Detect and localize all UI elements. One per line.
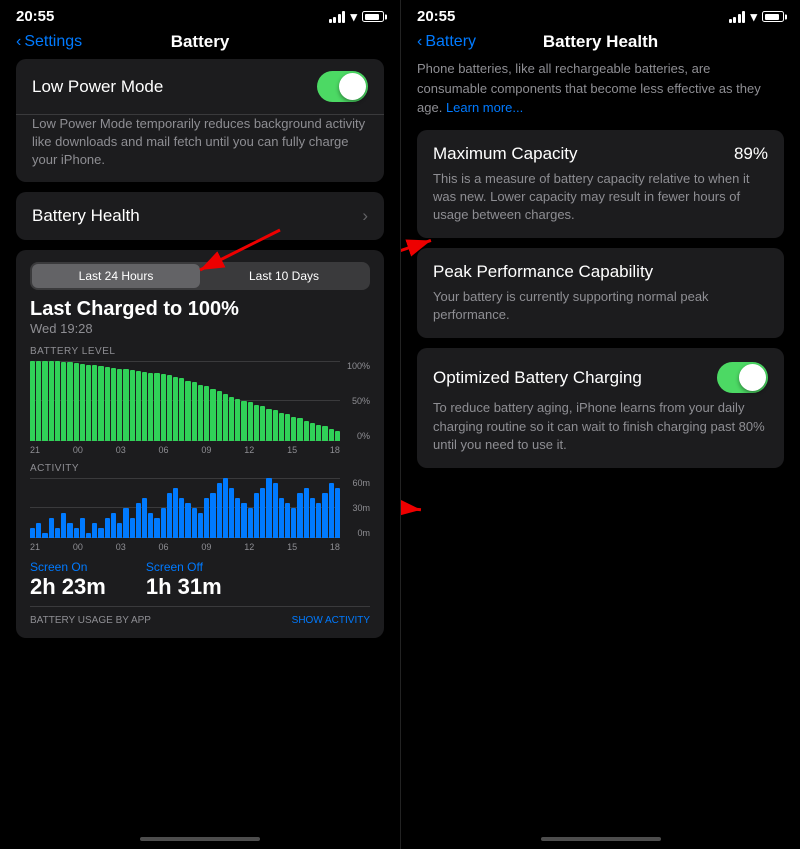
left-panel: 20:55 ▾ ‹ Settings Battery Low Power Mod… [0, 0, 400, 849]
activity-bars [30, 478, 340, 538]
battery-usage-label: BATTERY USAGE BY APP [30, 615, 151, 626]
nav-bar-left: ‹ Settings Battery [0, 29, 400, 59]
home-indicator-left [0, 829, 400, 849]
back-label-left: Settings [24, 33, 82, 51]
last-charged-title: Last Charged to 100% [30, 298, 370, 321]
wifi-icon: ▾ [350, 9, 357, 25]
battery-health-label: Battery Health [32, 206, 140, 226]
status-bar-left: 20:55 ▾ [0, 0, 400, 29]
segment-10d[interactable]: Last 10 Days [200, 264, 368, 288]
home-indicator-right [401, 829, 800, 849]
low-power-mode-row: Low Power Mode Low Power Mode temporaril… [16, 59, 384, 182]
signal-icon [329, 11, 346, 23]
max-capacity-desc: This is a measure of battery capacity re… [433, 170, 768, 225]
battery-y-labels: 100% 50% 0% [342, 361, 370, 441]
back-button-left[interactable]: ‹ Settings [16, 33, 82, 51]
back-button-right[interactable]: ‹ Battery [417, 33, 476, 51]
battery-bars [30, 361, 340, 441]
content-left: Low Power Mode Low Power Mode temporaril… [0, 59, 400, 825]
optimized-charging-label: Optimized Battery Charging [433, 368, 642, 388]
peak-performance-label: Peak Performance Capability [433, 262, 653, 282]
battery-level-label: BATTERY LEVEL [30, 346, 370, 357]
time-left: 20:55 [16, 8, 54, 25]
peak-performance-row: Peak Performance Capability Your battery… [417, 248, 784, 338]
screen-on-label: Screen On [30, 560, 106, 574]
screen-on-value: 2h 23m [30, 574, 106, 600]
show-activity-button[interactable]: SHOW ACTIVITY [292, 615, 370, 626]
max-capacity-header: Maximum Capacity 89% [433, 144, 768, 164]
optimized-charging-toggle[interactable] [717, 362, 768, 393]
status-bar-right: 20:55 ▾ [401, 0, 800, 29]
screen-off-stat: Screen Off 1h 31m [146, 560, 222, 600]
peak-performance-header: Peak Performance Capability [433, 262, 768, 282]
activity-chart: 60m 30m 0m [30, 478, 370, 538]
intro-text: Phone batteries, like all rechargeable b… [417, 59, 784, 130]
optimized-charging-header: Optimized Battery Charging [433, 362, 768, 393]
learn-more-link[interactable]: Learn more... [446, 100, 523, 115]
battery-health-row[interactable]: Battery Health › [16, 192, 384, 240]
low-power-description: Low Power Mode temporarily reduces backg… [16, 115, 384, 182]
right-panel: 20:55 ▾ ‹ Battery Battery Health Phone b… [400, 0, 800, 849]
segment-24h[interactable]: Last 24 Hours [32, 264, 200, 288]
chevron-right-icon: › [362, 206, 368, 226]
last-charged-sub: Wed 19:28 [30, 321, 370, 336]
segment-control[interactable]: Last 24 Hours Last 10 Days [30, 262, 370, 290]
low-power-label: Low Power Mode [32, 77, 163, 97]
chevron-left-icon: ‹ [16, 33, 21, 51]
content-right: Phone batteries, like all rechargeable b… [401, 59, 800, 825]
optimized-charging-desc: To reduce battery aging, iPhone learns f… [433, 399, 768, 454]
battery-x-labels: 2100030609121518 [30, 445, 370, 455]
battery-chart: 100% 50% 0% [30, 361, 370, 441]
low-power-toggle[interactable] [317, 71, 368, 102]
chart-section: Last 24 Hours Last 10 Days Last Charged … [16, 250, 384, 638]
max-capacity-row: Maximum Capacity 89% This is a measure o… [417, 130, 784, 239]
status-icons-left: ▾ [329, 9, 384, 25]
signal-icon-right [729, 11, 746, 23]
nav-bar-right: ‹ Battery Battery Health [401, 29, 800, 59]
time-right: 20:55 [417, 8, 455, 25]
chevron-left-icon-right: ‹ [417, 33, 422, 51]
peak-performance-desc: Your battery is currently supporting nor… [433, 288, 768, 324]
screen-off-value: 1h 31m [146, 574, 222, 600]
activity-label: ACTIVITY [30, 463, 370, 474]
screen-on-stat: Screen On 2h 23m [30, 560, 106, 600]
activity-y-labels: 60m 30m 0m [342, 478, 370, 538]
back-label-right: Battery [425, 33, 476, 51]
max-capacity-label: Maximum Capacity [433, 144, 578, 164]
max-capacity-value: 89% [734, 144, 768, 164]
low-power-mode-item: Low Power Mode [16, 59, 384, 115]
screen-stats: Screen On 2h 23m Screen Off 1h 31m [30, 560, 370, 600]
optimized-charging-row: Optimized Battery Charging To reduce bat… [417, 348, 784, 468]
page-title-right: Battery Health [543, 32, 658, 52]
screen-off-label: Screen Off [146, 560, 222, 574]
battery-icon [362, 11, 384, 22]
battery-icon-right [762, 11, 784, 22]
activity-x-labels: 2100030609121518 [30, 542, 370, 552]
bottom-bar: BATTERY USAGE BY APP SHOW ACTIVITY [30, 606, 370, 626]
wifi-icon-right: ▾ [750, 9, 757, 25]
page-title-left: Battery [171, 32, 230, 52]
status-icons-right: ▾ [729, 9, 784, 25]
